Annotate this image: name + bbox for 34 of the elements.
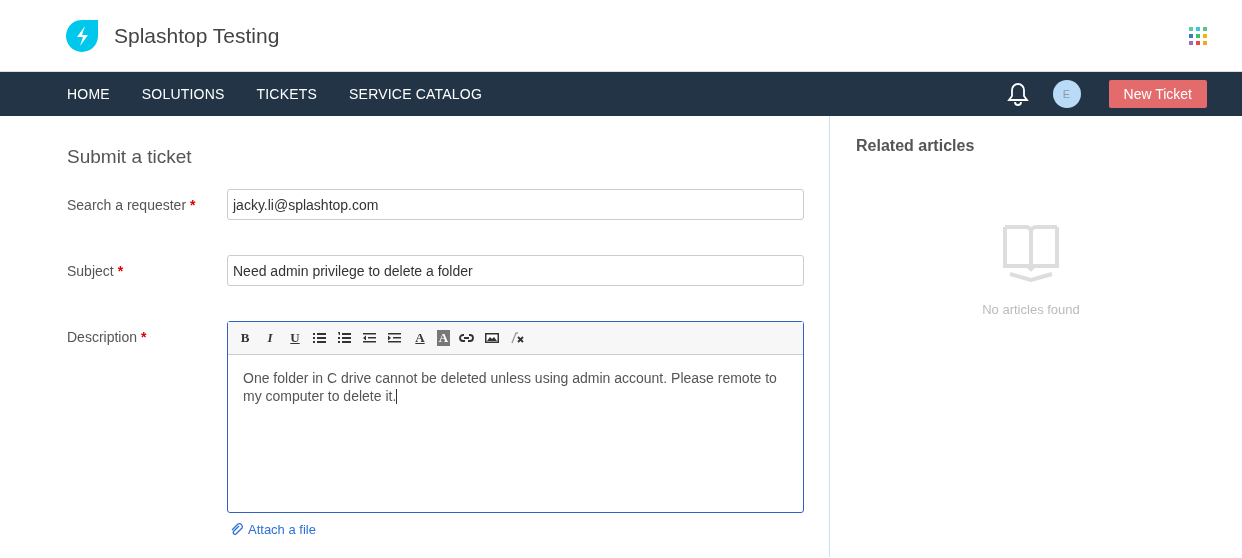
nav-link[interactable]: SERVICE CATALOG [349, 86, 482, 102]
paperclip-icon [230, 522, 244, 537]
input-field[interactable]: Need admin privilege to delete a folder [227, 255, 804, 286]
font-color-button[interactable]: A [412, 330, 428, 346]
indent-icon[interactable] [387, 330, 403, 346]
page-title: Submit a ticket [67, 146, 193, 168]
underline-button[interactable]: U [287, 330, 303, 346]
required-asterisk: * [190, 197, 196, 213]
field-label: Description [67, 329, 138, 345]
field-label: Search a requester [67, 197, 187, 213]
empty-message: No articles found [982, 302, 1080, 317]
open-book-icon [1002, 224, 1060, 282]
required-asterisk: * [117, 263, 124, 279]
company-name: Splashtop Testing [114, 23, 281, 48]
highlight-button[interactable]: A [437, 330, 450, 346]
italic-button[interactable]: I [262, 330, 278, 346]
panel-title: Related articles [856, 137, 976, 155]
field-label: Subject [67, 263, 114, 279]
clear-format-icon[interactable] [509, 330, 525, 346]
bold-button[interactable]: B [237, 330, 253, 346]
description-field[interactable]: One folder in C drive cannot be deleted unless using admin account. Please remote to my computer to delete it. [228, 355, 803, 512]
notification-bell-icon[interactable] [1006, 82, 1029, 106]
required-asterisk: * [141, 329, 147, 345]
input-field[interactable]: jacky.li@splashtop.com [227, 189, 804, 220]
outdent-icon[interactable] [362, 330, 378, 346]
nav-link[interactable]: TICKETS [256, 86, 318, 102]
logo-icon [66, 18, 100, 53]
apps-grid-icon[interactable] [1188, 25, 1208, 46]
numbered-list-icon[interactable] [337, 330, 353, 346]
nav-link[interactable]: SOLUTIONS [141, 86, 225, 102]
bullet-list-icon[interactable] [312, 330, 328, 346]
nav-link[interactable]: HOME [67, 86, 110, 102]
image-icon[interactable] [484, 330, 500, 346]
attach-file-link[interactable]: Attach a file [230, 522, 316, 537]
